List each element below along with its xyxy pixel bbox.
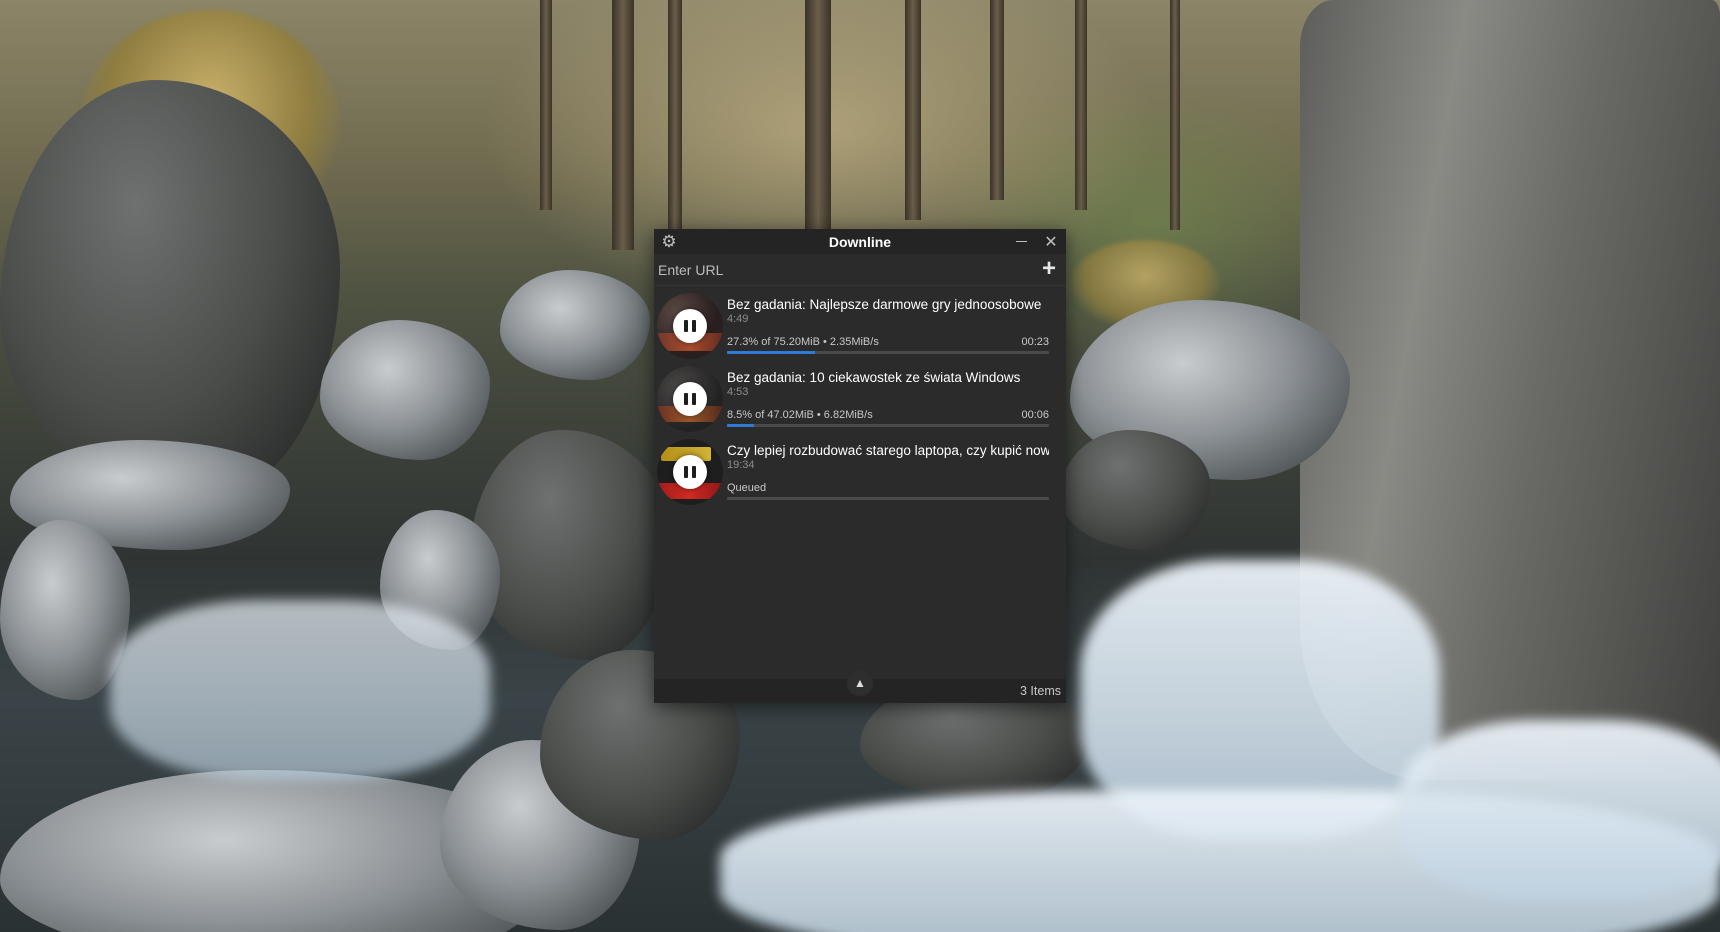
pause-icon[interactable]: [673, 455, 707, 489]
download-status: 27.3% of 75.20MiB • 2.35MiB/s: [727, 336, 879, 348]
download-title: Bez gadania: Najlepsze darmowe gry jedno…: [727, 297, 1042, 312]
item-count: 3 Items: [1020, 684, 1061, 698]
download-list: Bez gadania: Najlepsze darmowe gry jedno…: [654, 286, 1066, 679]
close-icon[interactable]: ✕: [1038, 229, 1064, 254]
video-thumbnail: [657, 366, 723, 432]
download-duration: 4:49: [727, 313, 749, 325]
url-input[interactable]: [658, 261, 1038, 278]
download-duration: 19:34: [727, 459, 755, 471]
download-item[interactable]: Bez gadania: Najlepsze darmowe gry jedno…: [654, 291, 1066, 364]
pause-icon[interactable]: [673, 309, 707, 343]
progress-bar: [727, 497, 1049, 500]
url-bar: +: [654, 254, 1066, 286]
gear-icon[interactable]: ⚙: [656, 229, 682, 254]
video-thumbnail: [657, 439, 723, 505]
download-eta: 00:06: [1021, 409, 1049, 421]
progress-fill: [727, 351, 815, 354]
download-eta: 00:23: [1021, 336, 1049, 348]
status-footer: ▲ 3 Items: [654, 670, 1066, 703]
download-item[interactable]: Czy lepiej rozbudować starego laptopa, c…: [654, 437, 1066, 510]
download-status: 8.5% of 47.02MiB • 6.82MiB/s: [727, 409, 873, 421]
download-status: Queued: [727, 482, 767, 494]
pause-icon[interactable]: [673, 382, 707, 416]
video-thumbnail: [657, 293, 723, 359]
download-item[interactable]: Bez gadania: 10 ciekawostek ze świata Wi…: [654, 364, 1066, 437]
window-title: Downline: [828, 233, 892, 250]
minimize-icon[interactable]: [1008, 229, 1034, 254]
download-title: Bez gadania: 10 ciekawostek ze świata Wi…: [727, 370, 1021, 385]
plus-icon[interactable]: +: [1038, 256, 1060, 281]
progress-bar: [727, 351, 1049, 354]
download-duration: 4:53: [727, 386, 749, 398]
download-title: Czy lepiej rozbudować starego laptopa, c…: [727, 443, 1049, 458]
title-bar[interactable]: ⚙ Downline ✕: [654, 229, 1066, 254]
downline-window: ⚙ Downline ✕ + Bez gadania: Najlepsze da…: [654, 229, 1066, 703]
progress-fill: [727, 424, 755, 427]
progress-bar: [727, 424, 1049, 427]
chevron-up-icon[interactable]: ▲: [847, 670, 873, 696]
